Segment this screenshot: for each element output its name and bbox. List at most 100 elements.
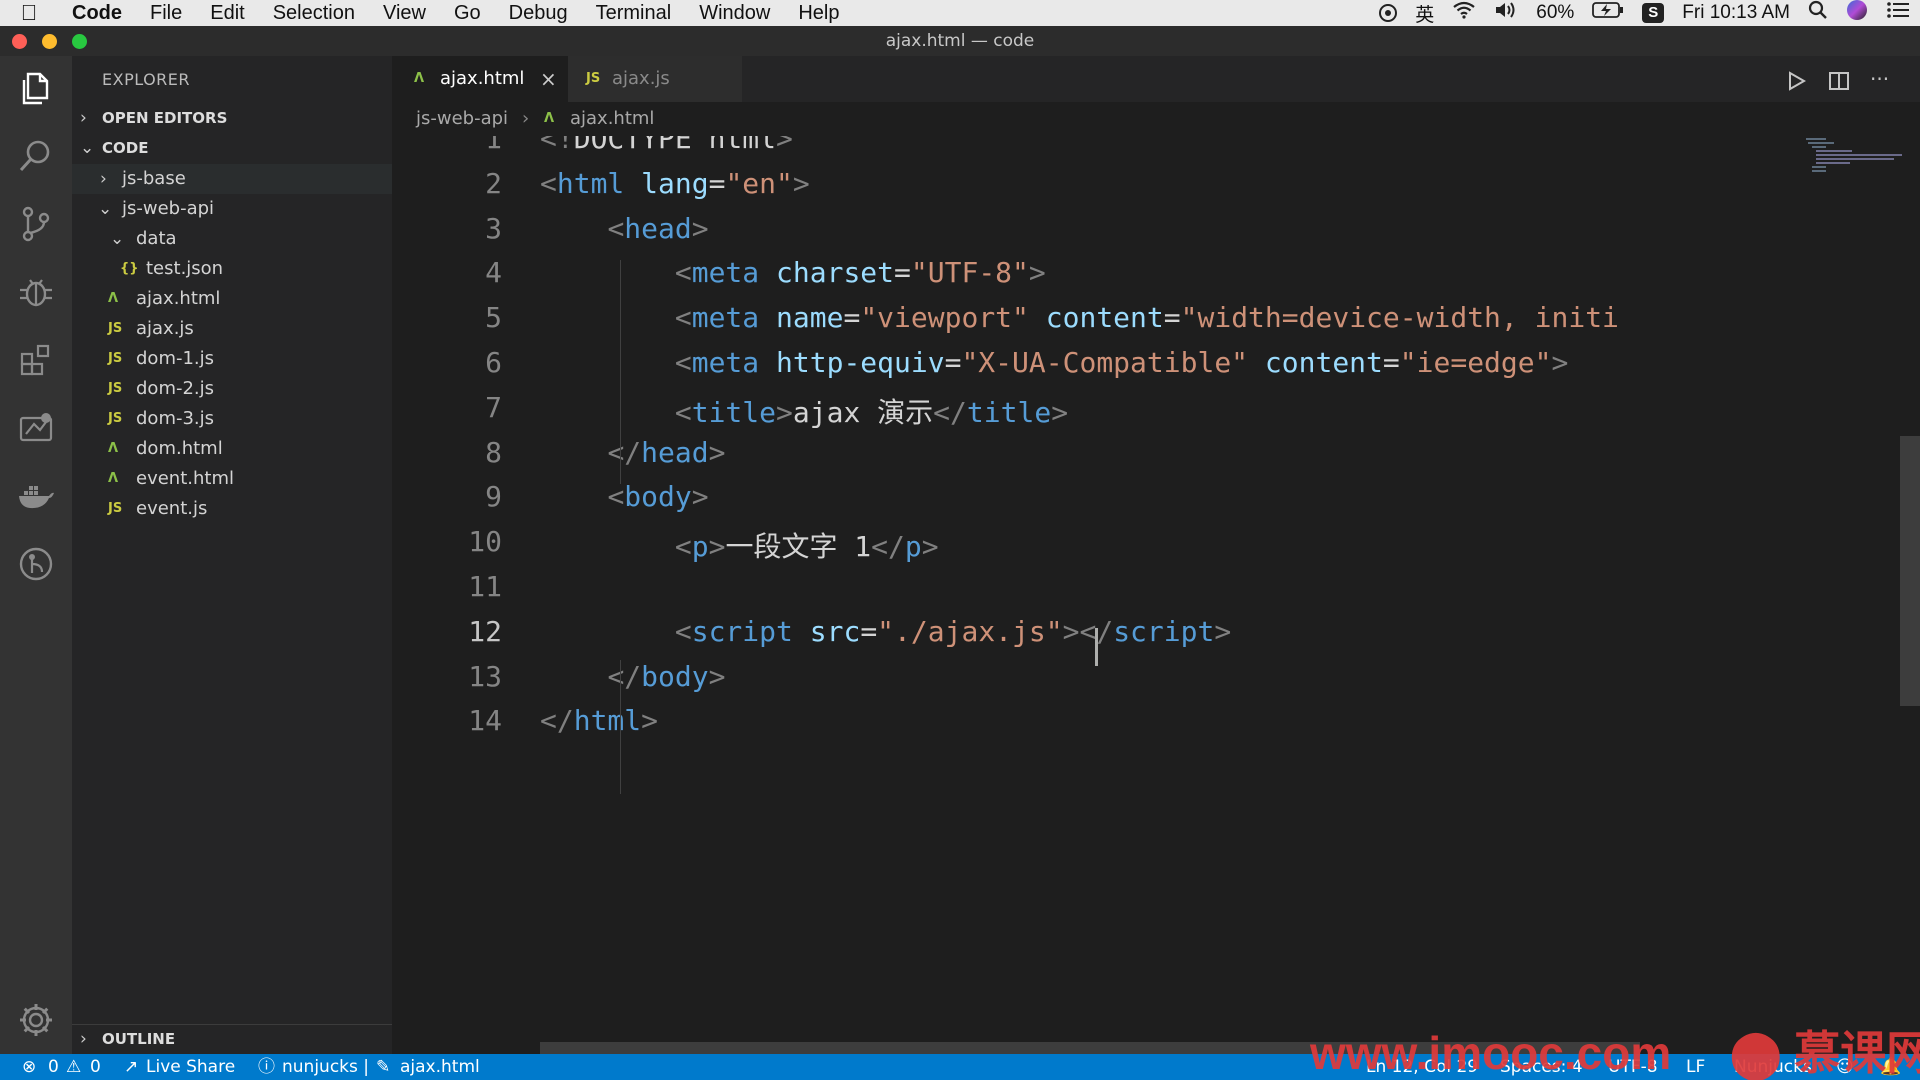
- live-share-button[interactable]: Live Share: [146, 1054, 235, 1080]
- tree-file-test-json[interactable]: {} test.json: [72, 254, 392, 284]
- code-line[interactable]: </html>: [540, 704, 658, 737]
- code-token: ajax 演示: [792, 395, 934, 429]
- tree-folder-js-base[interactable]: › js-base: [72, 164, 392, 194]
- code-line[interactable]: </body>: [540, 660, 725, 693]
- menu-selection[interactable]: Selection: [259, 0, 369, 26]
- extensions-icon[interactable]: [16, 340, 56, 380]
- breadcrumb-file[interactable]: ajax.html: [570, 102, 654, 136]
- outline-section[interactable]: › OUTLINE: [72, 1024, 392, 1054]
- run-icon[interactable]: [1786, 56, 1808, 102]
- docker-icon[interactable]: [16, 476, 56, 516]
- search-icon[interactable]: [16, 136, 56, 176]
- error-icon[interactable]: ⊗: [22, 1054, 36, 1080]
- code-token: "en": [725, 166, 793, 200]
- live-share-icon[interactable]: ↗: [124, 1054, 138, 1080]
- html-file-icon: Λ: [108, 441, 119, 456]
- window-title: ajax.html — code: [885, 31, 1035, 51]
- js-file-icon: JS: [586, 71, 601, 86]
- battery-charging-icon[interactable]: [1592, 2, 1624, 24]
- watermark-logo-icon: ⬤: [1730, 1027, 1782, 1079]
- line-number: 14: [468, 704, 502, 738]
- tab-ajax-js[interactable]: JS ajax.js: [568, 56, 742, 102]
- menu-terminal[interactable]: Terminal: [582, 0, 686, 26]
- tree-folder-data[interactable]: ⌄ data: [72, 224, 392, 254]
- code-token: >: [708, 435, 726, 469]
- code-token: meta: [691, 346, 760, 379]
- debug-icon[interactable]: [16, 272, 56, 312]
- siri-icon[interactable]: [1846, 0, 1868, 27]
- split-editor-icon[interactable]: [1828, 56, 1850, 102]
- code-line[interactable]: <meta http-equiv="X-UA-Compatible" conte…: [540, 346, 1568, 379]
- code-folder-section[interactable]: ⌄ CODE: [72, 134, 392, 162]
- tree-file-event-js[interactable]: JS event.js: [72, 494, 392, 524]
- error-count[interactable]: 0: [48, 1054, 59, 1080]
- volume-icon[interactable]: [1494, 1, 1518, 25]
- menu-edit[interactable]: Edit: [196, 0, 258, 26]
- menu-help[interactable]: Help: [784, 0, 853, 26]
- settings-gear-icon[interactable]: [16, 1000, 56, 1040]
- code-line[interactable]: <!DOCTYPE html>: [540, 136, 793, 155]
- menu-go[interactable]: Go: [440, 0, 495, 26]
- tree-folder-js-web-api[interactable]: ⌄ js-web-api: [72, 194, 392, 224]
- warning-count[interactable]: 0: [90, 1054, 101, 1080]
- menu-window[interactable]: Window: [685, 0, 784, 26]
- apple-menu-icon[interactable]: : [0, 0, 58, 26]
- language-indicator-left[interactable]: nunjucks |: [282, 1054, 369, 1080]
- menu-view[interactable]: View: [369, 0, 440, 26]
- close-window-button[interactable]: [12, 34, 27, 49]
- code-line[interactable]: <body>: [540, 480, 708, 513]
- js-file-icon: JS: [108, 381, 123, 396]
- tree-item-label: ajax.html: [136, 288, 221, 309]
- code-line[interactable]: <p>一段文字 1</p>: [540, 525, 939, 565]
- warning-icon[interactable]: ⚠: [66, 1054, 81, 1080]
- chevron-right-icon: ›: [80, 108, 87, 128]
- tree-file-dom-1-js[interactable]: JS dom-1.js: [72, 344, 392, 374]
- zoom-window-button[interactable]: [72, 34, 87, 49]
- tree-item-label: dom-3.js: [136, 408, 215, 429]
- tab-ajax-html[interactable]: Λ ajax.html ×: [392, 56, 568, 102]
- tree-file-dom-3-js[interactable]: JS dom-3.js: [72, 404, 392, 434]
- minimap[interactable]: [1806, 136, 1906, 176]
- status-file-name[interactable]: ajax.html: [400, 1054, 480, 1080]
- timeline-icon[interactable]: [16, 544, 56, 584]
- code-line[interactable]: <head>: [540, 212, 708, 245]
- menu-debug[interactable]: Debug: [495, 0, 582, 26]
- spotlight-search-icon[interactable]: [1808, 0, 1828, 26]
- open-editors-section[interactable]: › OPEN EDITORS: [72, 104, 392, 132]
- code-line[interactable]: <html lang="en">: [540, 167, 810, 200]
- vertical-scrollbar[interactable]: [1900, 436, 1920, 706]
- clock[interactable]: Fri 10:13 AM: [1682, 2, 1790, 24]
- tree-item-label: event.html: [136, 468, 234, 489]
- remote-explorer-icon[interactable]: [16, 408, 56, 448]
- code-line[interactable]: <script src="./ajax.js"></script>: [540, 615, 1231, 648]
- more-actions-icon[interactable]: ···: [1870, 56, 1889, 102]
- code-line[interactable]: </head>: [540, 436, 725, 469]
- code-editor[interactable]: 1 2 3 4 5 6 7 8 9 10 11 12 13 14 <!DOCTYPE html> <html…: [392, 136, 1920, 1054]
- input-method-indicator[interactable]: 英: [1415, 0, 1434, 27]
- menu-file[interactable]: File: [136, 0, 196, 26]
- battery-percent[interactable]: 60%: [1536, 2, 1574, 24]
- outline-header[interactable]: › OUTLINE: [72, 1025, 392, 1053]
- explorer-icon[interactable]: [16, 68, 56, 108]
- end-of-line[interactable]: LF: [1686, 1054, 1705, 1080]
- s-app-icon[interactable]: S: [1642, 3, 1665, 23]
- menu-app-name[interactable]: Code: [58, 0, 136, 26]
- code-line[interactable]: <meta charset="UTF-8">: [540, 256, 1046, 289]
- wifi-icon[interactable]: [1452, 1, 1476, 25]
- tree-item-label: js-base: [122, 168, 186, 189]
- code-line[interactable]: <meta name="viewport" content="width=dev…: [540, 301, 1619, 334]
- screen-record-icon[interactable]: [1379, 4, 1398, 22]
- minimize-window-button[interactable]: [42, 34, 57, 49]
- tree-file-event-html[interactable]: Λ event.html: [72, 464, 392, 494]
- breadcrumb-folder[interactable]: js-web-api: [416, 102, 508, 136]
- notification-center-icon[interactable]: [1886, 1, 1910, 25]
- watermark-site: www.imooc.com: [1310, 1027, 1672, 1079]
- source-control-icon[interactable]: [16, 204, 56, 244]
- tree-file-dom-html[interactable]: Λ dom.html: [72, 434, 392, 464]
- tree-file-dom-2-js[interactable]: JS dom-2.js: [72, 374, 392, 404]
- code-token: >: [1551, 346, 1569, 379]
- tree-file-ajax-html[interactable]: Λ ajax.html: [72, 284, 392, 314]
- close-tab-icon[interactable]: ×: [540, 56, 557, 102]
- tree-file-ajax-js[interactable]: JS ajax.js: [72, 314, 392, 344]
